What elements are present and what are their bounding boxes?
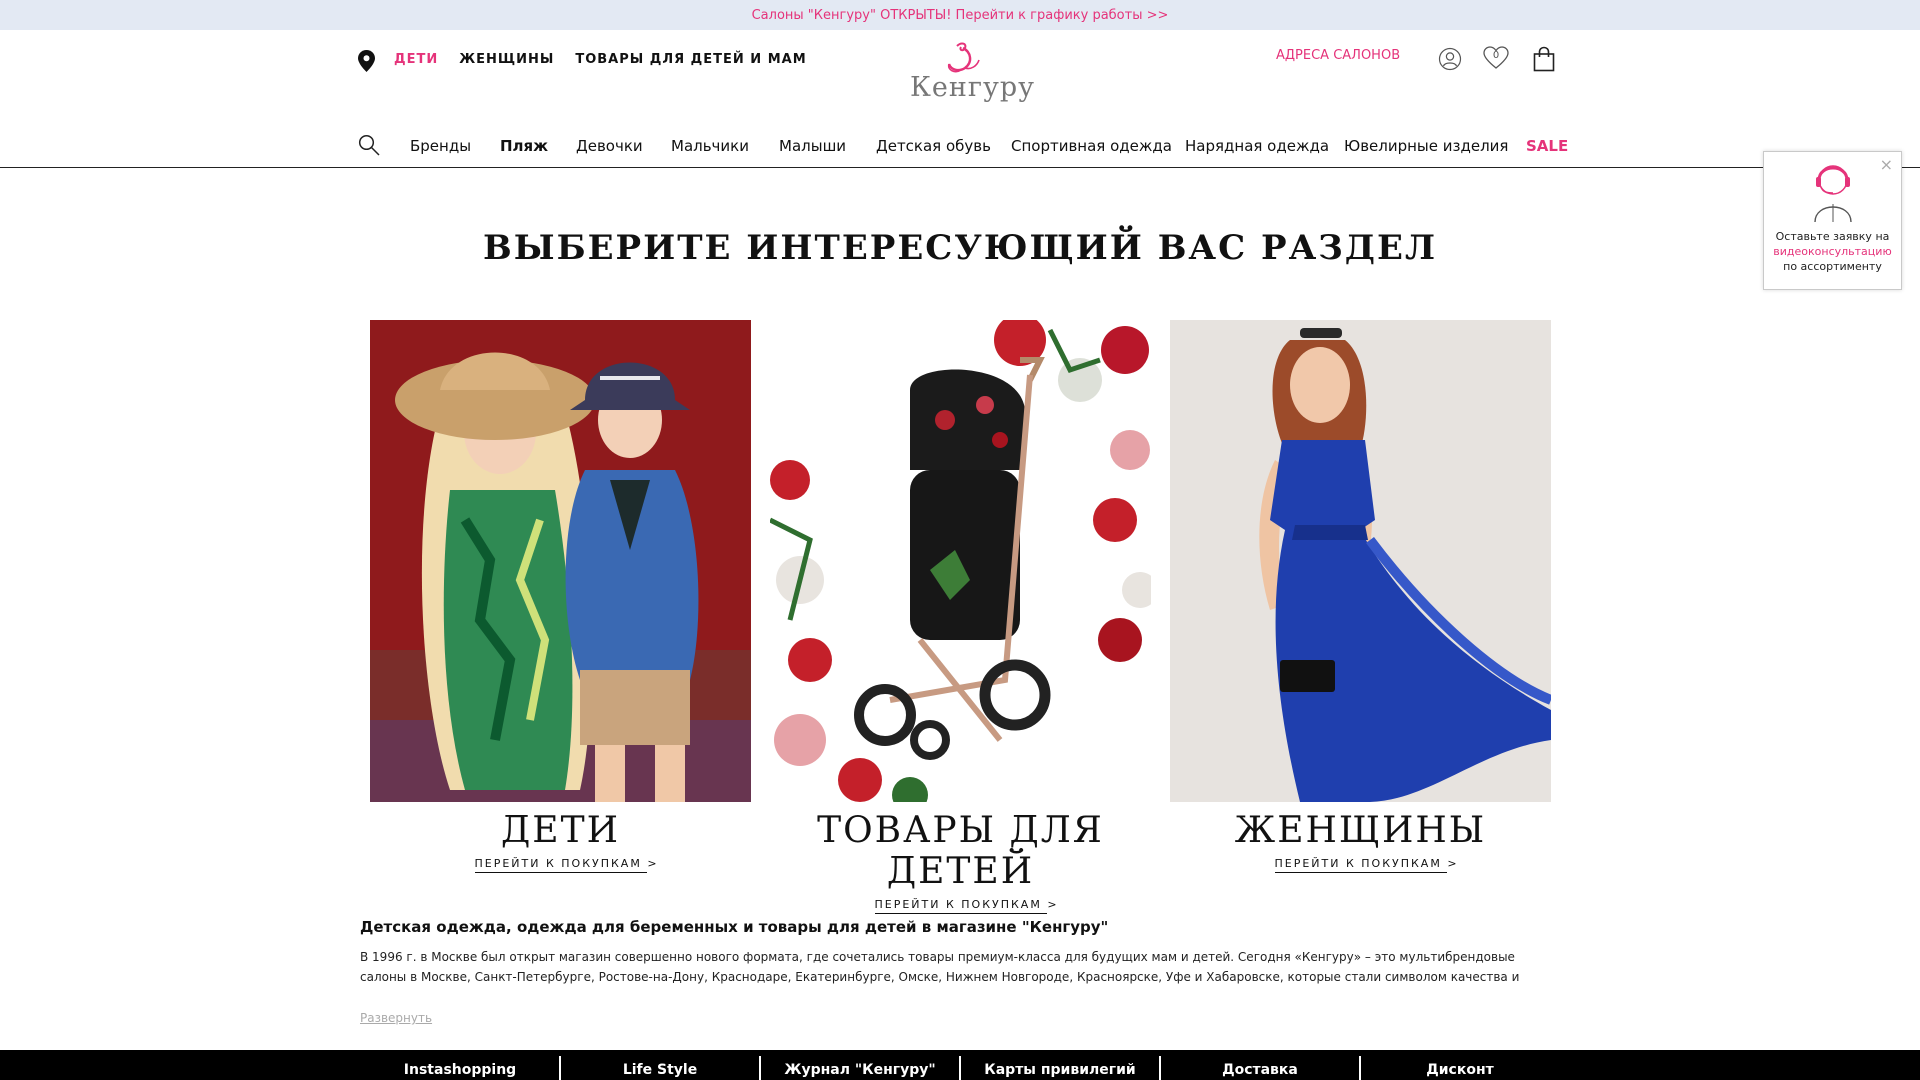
video-consult-widget[interactable]: × Оставьте заявку на видеоконсультацию п… (1763, 151, 1902, 290)
close-icon[interactable]: × (1880, 155, 1893, 174)
card-title-goods: ТОВАРЫ ДЛЯ ДЕТЕЙ (817, 810, 1104, 892)
women-photo[interactable] (1170, 320, 1551, 802)
seo-title: Детская одежда, одежда для беременных и … (360, 918, 1109, 936)
footer-bar: Instashopping Life Style Журнал "Кенгуру… (0, 1050, 1920, 1080)
catnav-kids-shoes[interactable]: Детская обувь (876, 137, 991, 155)
consult-line-3: по ассортименту (1783, 260, 1882, 273)
shop-link-goods[interactable]: ПЕРЕЙТИ К ПОКУПКАМ > (874, 898, 1057, 914)
location-pin-icon[interactable] (358, 50, 375, 72)
category-card-women[interactable]: ЖЕНЩИНЫ ПЕРЕЙТИ К ПОКУПКАМ > (1170, 320, 1551, 873)
shop-link-women[interactable]: ПЕРЕЙТИ К ПОКУПКАМ > (1274, 857, 1457, 873)
top-navigation: ДЕТИ ЖЕНЩИНЫ ТОВАРЫ ДЛЯ ДЕТЕЙ И МАМ (394, 52, 828, 67)
catnav-boys[interactable]: Мальчики (671, 137, 749, 155)
kids-photo[interactable] (370, 320, 751, 802)
store-addresses-link[interactable]: АДРЕСА САЛОНОВ (1276, 48, 1400, 63)
catnav-brands[interactable]: Бренды (410, 137, 471, 155)
catnav-babies[interactable]: Малыши (779, 137, 846, 155)
catnav-sportswear[interactable]: Спортивная одежда (1011, 137, 1172, 155)
shopping-bag-icon[interactable] (1533, 46, 1555, 72)
catnav-beach[interactable]: Пляж (500, 137, 548, 155)
seo-text: В 1996 г. в Москве был открыт магазин со… (360, 950, 1520, 984)
category-card-kids[interactable]: ДЕТИ ПЕРЕЙТИ К ПОКУПКАМ > (370, 320, 751, 873)
logo-wordmark[interactable]: Кенгуру (910, 72, 1035, 103)
consult-line-1: Оставьте заявку на (1775, 230, 1890, 243)
stroller-photo[interactable] (770, 320, 1151, 802)
promo-link[interactable]: Салоны "Кенгуру" ОТКРЫТЫ! Перейти к граф… (752, 8, 1169, 23)
catnav-jewelry[interactable]: Ювелирные изделия (1344, 137, 1508, 155)
footer-link-journal[interactable]: Журнал "Кенгуру" (760, 1062, 960, 1078)
footer-link-delivery[interactable]: Доставка (1160, 1062, 1360, 1078)
page-title: ВЫБЕРИТЕ ИНТЕРЕСУЮЩИЙ ВАС РАЗДЕЛ (482, 228, 1438, 268)
category-card-goods[interactable]: ТОВАРЫ ДЛЯ ДЕТЕЙ ПЕРЕЙТИ К ПОКУПКАМ > (770, 320, 1151, 914)
topnav-women[interactable]: ЖЕНЩИНЫ (459, 52, 554, 67)
expand-link[interactable]: Развернуть (360, 1011, 432, 1025)
shop-link-kids[interactable]: ПЕРЕЙТИ К ПОКУПКАМ > (474, 857, 657, 873)
topnav-goods[interactable]: ТОВАРЫ ДЛЯ ДЕТЕЙ И МАМ (575, 52, 806, 67)
user-icon[interactable] (1438, 47, 1462, 71)
card-title-women: ЖЕНЩИНЫ (1234, 810, 1487, 851)
footer-link-discount[interactable]: Дисконт (1360, 1062, 1560, 1078)
catnav-sale[interactable]: SALE (1526, 137, 1568, 155)
card-title-kids: ДЕТИ (501, 810, 620, 851)
catnav-formalwear[interactable]: Нарядная одежда (1185, 137, 1329, 155)
topnav-kids[interactable]: ДЕТИ (394, 52, 438, 67)
footer-link-lifestyle[interactable]: Life Style (560, 1062, 760, 1078)
favorites-count: 0 (1492, 50, 1500, 61)
operator-headset-icon (1814, 165, 1852, 223)
promo-bar: Салоны "Кенгуру" ОТКРЫТЫ! Перейти к граф… (0, 0, 1920, 30)
category-navigation: Бренды Пляж Девочки Мальчики Малыши Детс… (0, 128, 1920, 168)
footer-link-cards[interactable]: Карты привилегий (960, 1062, 1160, 1078)
catnav-girls[interactable]: Девочки (576, 137, 643, 155)
search-icon[interactable] (358, 134, 380, 156)
consult-link[interactable]: видеоконсультацию (1764, 245, 1901, 258)
footer-link-instashopping[interactable]: Instashopping (360, 1062, 560, 1078)
